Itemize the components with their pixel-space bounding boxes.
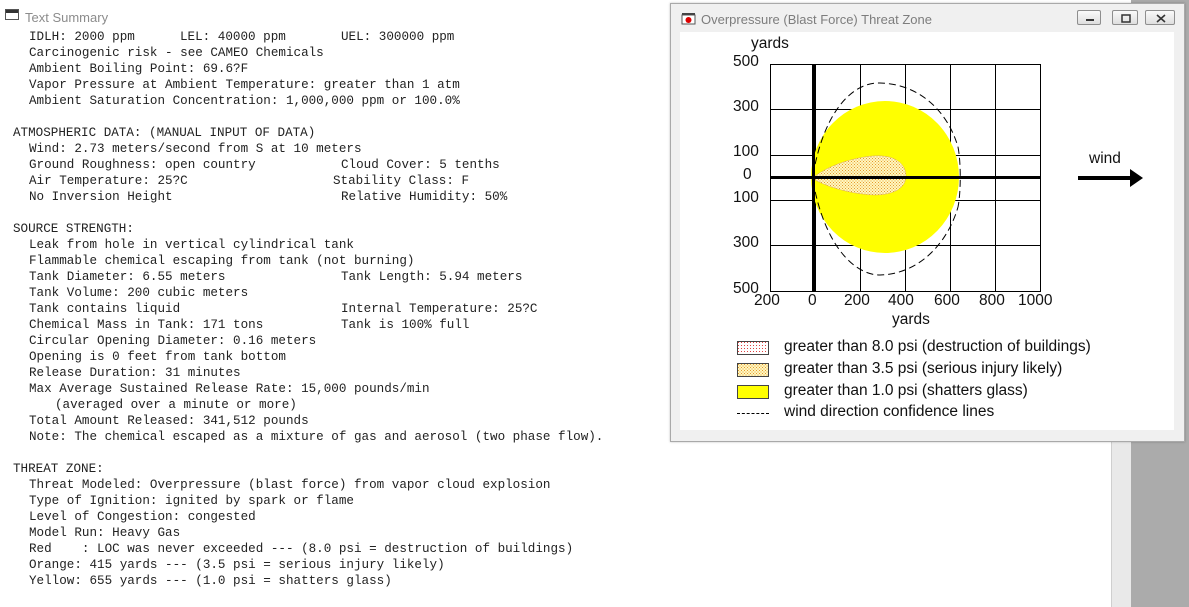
internal-temperature-text: Internal Temperature: 25?C (341, 302, 538, 316)
congestion-text: Level of Congestion: congested (29, 510, 256, 524)
maximize-button[interactable] (1112, 10, 1138, 25)
y-tick-label: 300 (733, 234, 759, 251)
close-button[interactable] (1145, 10, 1175, 25)
atmospheric-heading: ATMOSPHERIC DATA: (MANUAL INPUT OF DATA) (13, 126, 316, 140)
air-temperature-text: Air Temperature: 25?C (29, 174, 188, 188)
x-tick-label: 200 (844, 292, 870, 309)
threat-zone-window: Overpressure (Blast Force) Threat Zone y… (670, 3, 1185, 442)
wind-text: Wind: 2.73 meters/second from S at 10 me… (29, 142, 362, 156)
legend-swatch-red (737, 341, 769, 355)
idlh-text: IDLH: 2000 ppm (29, 30, 135, 44)
orange-zone-text: Orange: 415 yards --- (3.5 psi = serious… (29, 558, 445, 572)
minimize-icon (1086, 19, 1094, 21)
window-icon (5, 9, 19, 20)
lel-text: LEL: 40000 ppm (180, 30, 286, 44)
window-title: Text Summary (25, 10, 109, 25)
stability-class-text: Stability Class: F (333, 174, 470, 188)
note-text: Note: The chemical escaped as a mixture … (29, 430, 604, 444)
wind-label: wind (1089, 150, 1121, 167)
threat-heading: THREAT ZONE: (13, 462, 104, 476)
x-tick-label: 1000 (1018, 292, 1053, 309)
uel-text: UEL: 300000 ppm (341, 30, 455, 44)
humidity-text: Relative Humidity: 50% (341, 190, 508, 204)
x-tick-label: 400 (888, 292, 914, 309)
opening-height-text: Opening is 0 feet from tank bottom (29, 350, 286, 364)
tank-diameter-text: Tank Diameter: 6.55 meters (29, 270, 226, 284)
y-tick-label: 100 (733, 189, 759, 206)
source-heading: SOURCE STRENGTH: (13, 222, 134, 236)
leak-text: Leak from hole in vertical cylindrical t… (29, 238, 354, 252)
y-tick-label: 500 (733, 53, 759, 70)
release-duration-text: Release Duration: 31 minutes (29, 366, 241, 380)
tank-full-text: Tank is 100% full (341, 318, 470, 332)
threat-zone-icon (681, 13, 696, 25)
opening-diameter-text: Circular Opening Diameter: 0.16 meters (29, 334, 317, 348)
averaged-text: (averaged over a minute or more) (55, 398, 297, 412)
legend-label: wind direction confidence lines (784, 403, 995, 420)
maximize-icon (1121, 14, 1131, 23)
threat-zone-plot-area: yards 500 300 100 0 100 300 500 200 0 20… (680, 32, 1174, 430)
yellow-zone-text: Yellow: 655 yards --- (1.0 psi = shatter… (29, 574, 392, 588)
wind-arrow-icon (1078, 169, 1143, 187)
boiling-point-text: Ambient Boiling Point: 69.6?F (29, 62, 249, 76)
x-tick-label: 600 (934, 292, 960, 309)
carcinogenic-text: Carcinogenic risk - see CAMEO Chemicals (29, 46, 324, 60)
cloud-cover-text: Cloud Cover: 5 tenths (341, 158, 500, 172)
vapor-pressure-text: Vapor Pressure at Ambient Temperature: g… (29, 78, 460, 92)
saturation-text: Ambient Saturation Concentration: 1,000,… (29, 94, 460, 108)
x-tick-label: 0 (808, 292, 817, 309)
total-released-text: Total Amount Released: 341,512 pounds (29, 414, 309, 428)
chemical-mass-text: Chemical Mass in Tank: 171 tons (29, 318, 264, 332)
model-run-text: Model Run: Heavy Gas (29, 526, 181, 540)
y-tick-label: 0 (743, 166, 752, 183)
vertical-scrollbar[interactable] (1111, 436, 1132, 607)
x-tick-label: 200 (754, 292, 780, 309)
tank-contains-text: Tank contains liquid (29, 302, 181, 316)
threat-modeled-text: Threat Modeled: Overpressure (blast forc… (29, 478, 551, 492)
y-tick-label: 300 (733, 98, 759, 115)
legend-swatch-dashed-line (737, 413, 769, 414)
red-zone-text: Red : LOC was never exceeded --- (8.0 ps… (29, 542, 574, 556)
threat-zone-titlebar[interactable]: Overpressure (Blast Force) Threat Zone (671, 4, 1184, 32)
x-tick-label: 800 (979, 292, 1005, 309)
tank-length-text: Tank Length: 5.94 meters (341, 270, 523, 284)
inversion-text: No Inversion Height (29, 190, 173, 204)
legend-label: greater than 8.0 psi (destruction of bui… (784, 338, 1091, 355)
y-axis-unit: yards (751, 35, 789, 52)
legend-label: greater than 3.5 psi (serious injury lik… (784, 360, 1063, 377)
x-axis-unit: yards (892, 311, 930, 328)
legend-label: greater than 1.0 psi (shatters glass) (784, 382, 1028, 399)
max-release-rate-text: Max Average Sustained Release Rate: 15,0… (29, 382, 430, 396)
legend-swatch-orange (737, 363, 769, 377)
flammable-text: Flammable chemical escaping from tank (n… (29, 254, 415, 268)
ignition-text: Type of Ignition: ignited by spark or fl… (29, 494, 354, 508)
tank-volume-text: Tank Volume: 200 cubic meters (29, 286, 249, 300)
close-icon (1156, 14, 1166, 23)
window-title: Overpressure (Blast Force) Threat Zone (701, 12, 932, 27)
ground-roughness-text: Ground Roughness: open country (29, 158, 256, 172)
y-tick-label: 100 (733, 143, 759, 160)
minimize-button[interactable] (1077, 10, 1101, 25)
legend-swatch-yellow (737, 385, 769, 399)
